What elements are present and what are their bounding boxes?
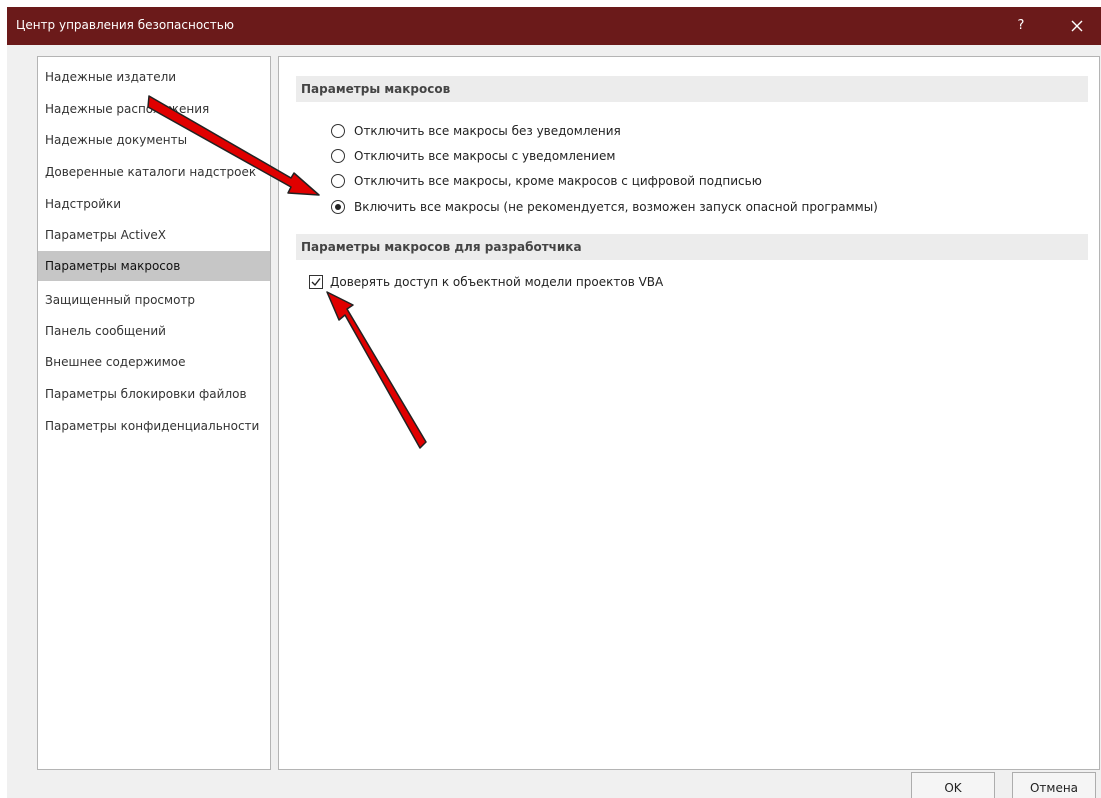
radio-enable-all[interactable]: Включить все макросы (не рекомендуется, …: [331, 196, 878, 218]
title-bar: Центр управления безопасностью ?: [7, 7, 1101, 45]
radio-button[interactable]: [331, 174, 345, 188]
macro-settings-header: Параметры макросов: [296, 76, 1088, 102]
sidebar-item-trusted-documents[interactable]: Надежные документы: [38, 125, 270, 155]
trust-vba-checkbox-row[interactable]: Доверять доступ к объектной модели проек…: [309, 272, 663, 292]
radio-label: Отключить все макросы с уведомлением: [354, 149, 616, 163]
radio-disable-with-notification[interactable]: Отключить все макросы с уведомлением: [331, 145, 615, 167]
sidebar-nav: Надежные издатели Надежные расположения …: [37, 56, 271, 770]
developer-settings-header: Параметры макросов для разработчика: [296, 234, 1088, 260]
close-icon: [1071, 20, 1083, 32]
radio-button[interactable]: [331, 124, 345, 138]
ok-button[interactable]: OK: [911, 772, 995, 798]
sidebar-item-macro-settings[interactable]: Параметры макросов: [38, 251, 270, 281]
sidebar-item-message-bar[interactable]: Панель сообщений: [38, 316, 270, 346]
dialog-title: Центр управления безопасностью: [16, 18, 234, 32]
trust-vba-label: Доверять доступ к объектной модели проек…: [330, 275, 664, 289]
sidebar-item-file-block[interactable]: Параметры блокировки файлов: [38, 379, 270, 409]
radio-button-selected[interactable]: [331, 200, 345, 214]
trust-center-dialog: Центр управления безопасностью ? Надежны…: [7, 7, 1101, 798]
sidebar-item-privacy[interactable]: Параметры конфиденциальности: [38, 411, 270, 441]
cancel-button[interactable]: Отмена: [1012, 772, 1096, 798]
checkmark-icon: [311, 278, 321, 287]
sidebar-item-addins[interactable]: Надстройки: [38, 189, 270, 219]
radio-disable-no-notification[interactable]: Отключить все макросы без уведомления: [331, 120, 621, 142]
radio-label: Отключить все макросы без уведомления: [354, 124, 621, 138]
sidebar-item-trusted-publishers[interactable]: Надежные издатели: [38, 62, 270, 92]
radio-label: Отключить все макросы, кроме макросов с …: [354, 174, 762, 188]
radio-button[interactable]: [331, 149, 345, 163]
radio-disable-except-signed[interactable]: Отключить все макросы, кроме макросов с …: [331, 170, 762, 192]
sidebar-item-trusted-addin-catalogs[interactable]: Доверенные каталоги надстроек: [38, 157, 270, 187]
close-button[interactable]: [1057, 10, 1097, 42]
content-panel: Параметры макросов Отключить все макросы…: [278, 56, 1100, 770]
radio-label: Включить все макросы (не рекомендуется, …: [354, 200, 878, 214]
trust-vba-checkbox[interactable]: [309, 275, 323, 289]
help-button[interactable]: ?: [1003, 10, 1039, 42]
sidebar-item-trusted-locations[interactable]: Надежные расположения: [38, 94, 270, 124]
sidebar-item-protected-view[interactable]: Защищенный просмотр: [38, 285, 270, 315]
sidebar-item-external-content[interactable]: Внешнее содержимое: [38, 347, 270, 377]
sidebar-item-activex[interactable]: Параметры ActiveX: [38, 220, 270, 250]
